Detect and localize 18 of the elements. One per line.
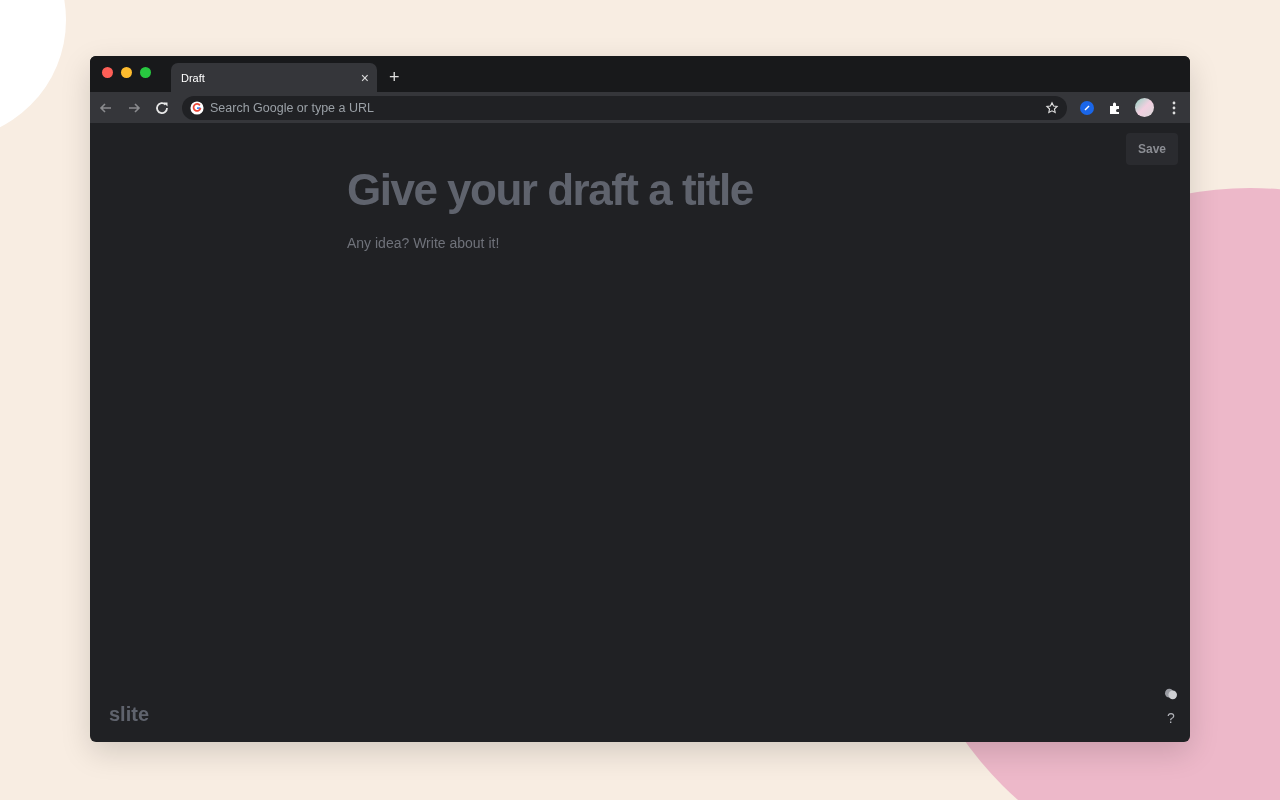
google-icon — [190, 100, 204, 115]
body-field[interactable]: Any idea? Write about it! — [347, 235, 747, 251]
zoom-window-button[interactable] — [140, 66, 151, 78]
browser-tab[interactable]: Draft × — [171, 63, 377, 92]
logo: slite — [109, 703, 150, 726]
address-bar[interactable]: Search Google or type a URL — [182, 95, 1067, 120]
minimize-window-button[interactable] — [121, 66, 132, 78]
save-button[interactable]: Save — [1125, 133, 1178, 165]
star-icon[interactable] — [1045, 100, 1059, 115]
reload-icon[interactable] — [154, 99, 170, 116]
avatar[interactable] — [1135, 98, 1154, 117]
close-window-button[interactable] — [102, 66, 113, 78]
title-field[interactable]: Give your draft a title — [347, 165, 947, 215]
help-button[interactable]: ? — [1167, 710, 1175, 726]
new-tab-button[interactable]: + — [389, 67, 400, 88]
theme-toggle-icon[interactable] — [1164, 688, 1178, 700]
close-tab-button[interactable]: × — [360, 69, 369, 86]
extension-icon[interactable] — [1079, 99, 1095, 116]
